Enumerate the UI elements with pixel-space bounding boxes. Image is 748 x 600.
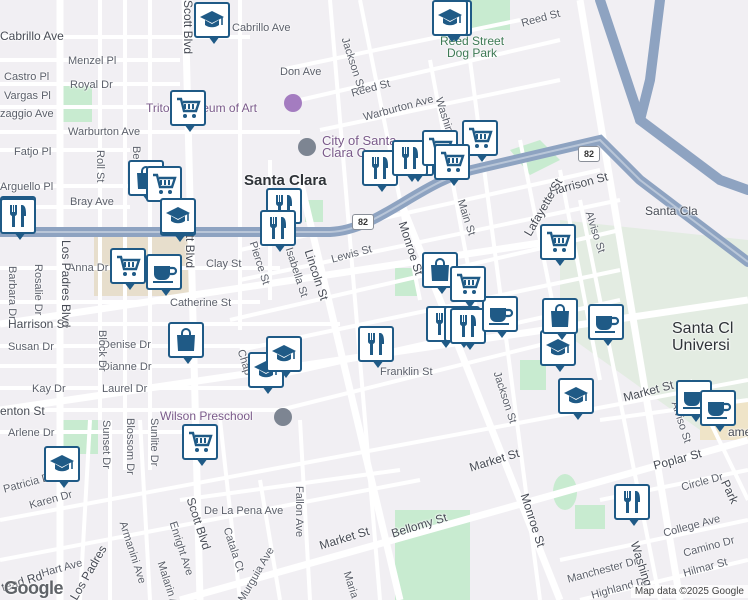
route-82-shield: 82	[578, 146, 600, 162]
cafe-icon	[486, 300, 514, 328]
street-label: Fallon Ave	[293, 486, 305, 538]
google-logo: Google	[4, 578, 64, 598]
street-label: Susan Dr	[8, 341, 54, 353]
cafe-icon	[592, 308, 620, 336]
street-label: Arguello Pl	[0, 181, 54, 193]
street-label: Scott Blvd	[181, 0, 195, 55]
restaurant-icon	[264, 214, 292, 242]
street-label: Dianne Dr	[102, 361, 152, 373]
map-marker[interactable]	[482, 296, 518, 338]
grocery-icon	[150, 170, 178, 198]
grocery-icon	[174, 94, 202, 122]
street-label: Sunset Dr	[100, 420, 112, 469]
map-marker[interactable]	[432, 0, 468, 42]
cafe-icon	[704, 394, 732, 422]
street-label: Vargas Pl	[4, 90, 51, 102]
map-marker[interactable]	[110, 248, 146, 290]
street-label: ame	[728, 425, 748, 439]
school-icon	[562, 382, 590, 410]
map-marker[interactable]	[542, 298, 578, 340]
street-label: Bray Ave	[70, 196, 114, 208]
map-marker[interactable]	[588, 304, 624, 346]
grocery-icon	[438, 148, 466, 176]
street-label: De La Pena Ave	[204, 505, 284, 517]
street-label: Menzel Pl	[68, 55, 117, 67]
street-label: Clay St	[206, 258, 242, 270]
restaurant-icon	[396, 144, 424, 172]
map-marker[interactable]	[540, 224, 576, 266]
street-label: Don Ave	[280, 66, 322, 78]
street-label: Franklin St	[380, 366, 433, 378]
city-label: Santa Clara	[244, 172, 327, 189]
grocery-icon	[114, 252, 142, 280]
map-canvas[interactable]: 82 82 Cabrillo Ave Cabrillo Ave Menzel P…	[0, 0, 748, 600]
map-marker[interactable]	[0, 198, 36, 240]
school-icon	[48, 450, 76, 478]
grocery-icon	[544, 228, 572, 256]
street-label: Denise Dr	[102, 339, 151, 351]
street-label: Castro Pl	[4, 71, 50, 83]
school-icon	[270, 340, 298, 368]
map-marker[interactable]	[700, 390, 736, 432]
street-label: Warburton Ave	[68, 126, 141, 138]
school-icon	[198, 6, 226, 34]
map-marker[interactable]	[160, 198, 196, 240]
map-marker[interactable]	[434, 144, 470, 186]
map-marker[interactable]	[266, 336, 302, 378]
street-label: Royal Dr	[70, 79, 113, 91]
street-label: Roll St	[94, 150, 106, 183]
map-marker[interactable]	[450, 308, 486, 350]
shopping-bag-icon	[172, 326, 200, 354]
poi-label-preschool[interactable]: Wilson Preschool	[160, 410, 253, 422]
street-label: Block Dr	[96, 330, 108, 372]
map-marker[interactable]	[182, 424, 218, 466]
street-label: Barbara Dr	[6, 266, 18, 320]
map-marker[interactable]	[44, 446, 80, 488]
map-marker[interactable]	[558, 378, 594, 420]
place-label: Santa Cla	[645, 204, 698, 218]
restaurant-icon	[618, 488, 646, 516]
school-icon	[164, 202, 192, 230]
restaurant-icon	[454, 312, 482, 340]
map-marker[interactable]	[146, 166, 182, 208]
grocery-icon	[186, 428, 214, 456]
grocery-icon	[454, 270, 482, 298]
map-marker[interactable]	[260, 210, 296, 252]
university-label[interactable]: Santa Cl Universi	[672, 320, 733, 354]
street-label: enton St	[0, 404, 45, 418]
museum-icon[interactable]	[284, 94, 302, 112]
park-area	[575, 505, 605, 529]
street-label: Kay Dr	[32, 383, 66, 395]
street-label: Cabrillo Ave	[0, 29, 64, 43]
street-label: Cabrillo Ave	[232, 22, 291, 34]
government-icon[interactable]	[298, 138, 316, 156]
map-marker[interactable]	[146, 254, 182, 296]
street-label: Blossom Dr	[124, 418, 136, 475]
street-label: Los Padres Blvd	[59, 240, 73, 328]
school-icon[interactable]	[274, 408, 292, 426]
map-marker[interactable]	[168, 322, 204, 364]
street-label: zaggio Ave	[0, 108, 54, 120]
street-label: Laurel Dr	[102, 383, 148, 395]
street-label: Sunlite Dr	[148, 418, 160, 467]
map-marker[interactable]	[358, 326, 394, 368]
shopping-bag-icon	[546, 302, 574, 330]
street-label: Rosalie Dr	[32, 264, 44, 316]
cafe-icon	[150, 258, 178, 286]
map-marker[interactable]	[170, 90, 206, 132]
restaurant-icon	[366, 154, 394, 182]
route-82-shield: 82	[352, 214, 374, 230]
map-marker[interactable]	[450, 266, 486, 308]
map-marker[interactable]	[614, 484, 650, 526]
street-label: Fatjo Pl	[14, 146, 52, 158]
school-icon	[436, 4, 464, 32]
street-label: Arlene Dr	[8, 427, 55, 439]
restaurant-icon	[4, 202, 32, 230]
map-marker[interactable]	[194, 2, 230, 44]
restaurant-icon	[362, 330, 390, 358]
street-label: Anna Dr	[68, 262, 109, 274]
street-label: Catherine St	[170, 297, 232, 309]
grocery-icon	[466, 124, 494, 152]
map-attribution: Map data ©2025 Google	[630, 585, 748, 598]
